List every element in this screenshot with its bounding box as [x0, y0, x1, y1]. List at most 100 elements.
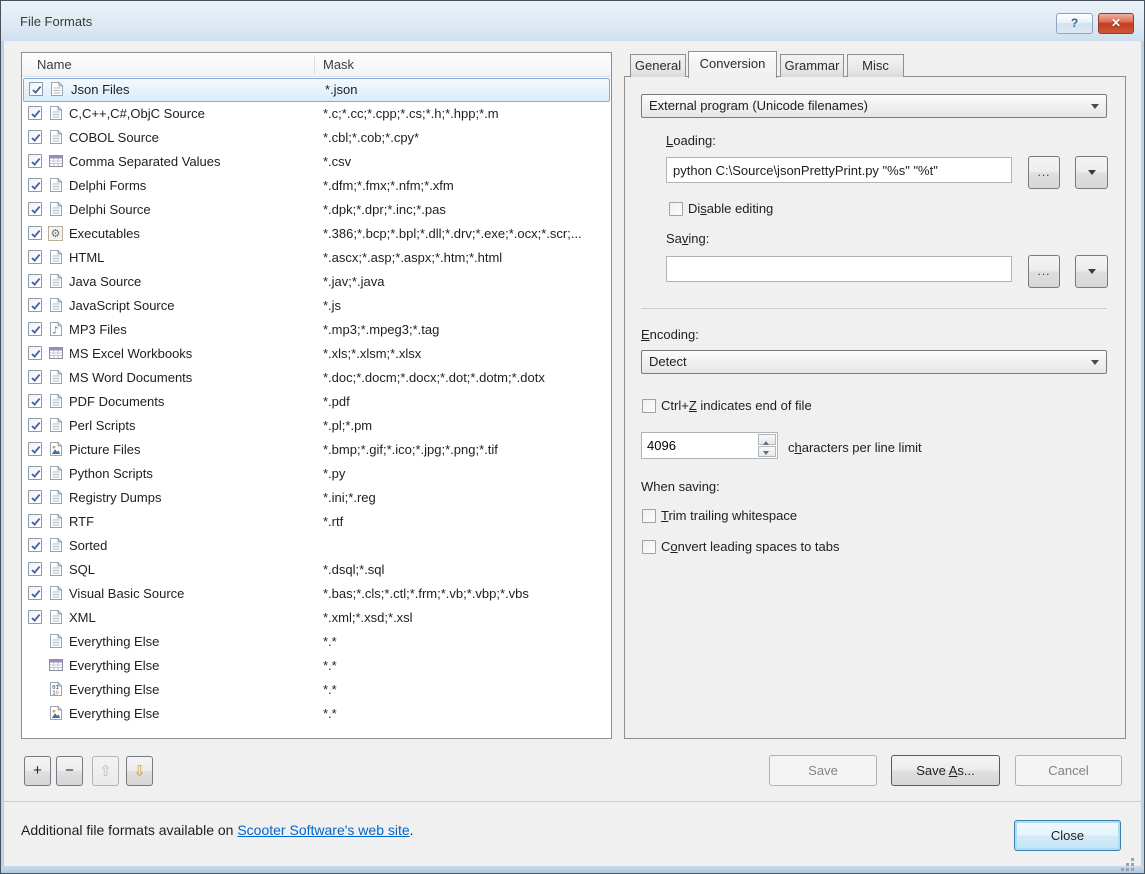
encoding-select[interactable]: Detect: [641, 350, 1107, 374]
remove-format-button[interactable]: −: [56, 756, 83, 786]
format-enabled-checkbox[interactable]: [28, 394, 42, 408]
checkbox-box[interactable]: [669, 202, 683, 216]
format-enabled-checkbox[interactable]: [28, 322, 42, 336]
format-name: RTF: [69, 514, 95, 529]
column-separator[interactable]: [314, 55, 315, 74]
format-row[interactable]: Perl Scripts *.pl;*.pm: [22, 414, 611, 438]
tab-conversion[interactable]: Conversion: [688, 51, 777, 78]
format-mask: *.*: [323, 634, 337, 649]
format-row[interactable]: Comma Separated Values *.csv: [22, 150, 611, 174]
format-row[interactable]: COBOL Source *.cbl;*.cob;*.cpy*: [22, 126, 611, 150]
close-button[interactable]: Close: [1014, 820, 1121, 851]
tab-misc[interactable]: Misc: [847, 54, 904, 77]
loading-browse-button[interactable]: ...: [1028, 156, 1060, 189]
checkbox-box[interactable]: [642, 509, 656, 523]
format-row[interactable]: Java Source *.jav;*.java: [22, 270, 611, 294]
format-row[interactable]: 01 10 Everything Else *.*: [22, 678, 611, 702]
cancel-button[interactable]: Cancel: [1015, 755, 1122, 786]
save-button[interactable]: Save: [769, 755, 877, 786]
window-frame-bottom: [1, 866, 1144, 873]
format-row[interactable]: ♪ MP3 Files *.mp3;*.mpeg3;*.tag: [22, 318, 611, 342]
doc-icon: [48, 201, 64, 217]
format-enabled-checkbox[interactable]: [28, 250, 42, 264]
format-enabled-checkbox[interactable]: [28, 226, 42, 240]
add-format-button[interactable]: +: [24, 756, 51, 786]
format-row[interactable]: Everything Else *.*: [22, 654, 611, 678]
format-row[interactable]: Everything Else *.*: [22, 630, 611, 654]
format-name: MS Word Documents: [69, 370, 193, 385]
format-enabled-checkbox[interactable]: [28, 586, 42, 600]
format-enabled-checkbox[interactable]: [28, 514, 42, 528]
format-enabled-checkbox[interactable]: [28, 538, 42, 552]
spinner-down-button[interactable]: [758, 446, 776, 457]
titlebar[interactable]: File Formats: [1, 1, 1144, 41]
resize-grip[interactable]: [1131, 858, 1134, 861]
tab-grammar[interactable]: Grammar: [780, 54, 844, 77]
format-enabled-checkbox[interactable]: [28, 610, 42, 624]
format-row[interactable]: Sorted: [22, 534, 611, 558]
format-enabled-checkbox[interactable]: [28, 178, 42, 192]
format-enabled-checkbox[interactable]: [28, 418, 42, 432]
column-header-name[interactable]: Name: [37, 57, 72, 72]
format-enabled-checkbox[interactable]: [28, 346, 42, 360]
tab-general[interactable]: General: [630, 54, 686, 77]
format-row[interactable]: Json Files *.json: [23, 78, 610, 102]
loading-macro-dropdown-button[interactable]: [1075, 156, 1108, 189]
format-name: MP3 Files: [69, 322, 127, 337]
saving-command-input[interactable]: [666, 256, 1012, 282]
format-row[interactable]: MS Excel Workbooks *.xls;*.xlsm;*.xlsx: [22, 342, 611, 366]
format-name: Picture Files: [69, 442, 141, 457]
format-row[interactable]: ⚙ Executables *.386;*.bcp;*.bpl;*.dll;*.…: [22, 222, 611, 246]
format-name: Everything Else: [69, 706, 160, 721]
format-enabled-checkbox[interactable]: [28, 370, 42, 384]
format-row[interactable]: Registry Dumps *.ini;*.reg: [22, 486, 611, 510]
scooter-website-link[interactable]: Scooter Software's web site: [237, 822, 409, 838]
spinner-up-button[interactable]: [758, 434, 776, 445]
table-icon: [48, 153, 64, 169]
format-row[interactable]: PDF Documents *.pdf: [22, 390, 611, 414]
format-name: Sorted: [69, 538, 108, 553]
format-row[interactable]: Picture Files *.bmp;*.gif;*.ico;*.jpg;*.…: [22, 438, 611, 462]
format-enabled-checkbox[interactable]: [28, 298, 42, 312]
format-enabled-checkbox[interactable]: [28, 490, 42, 504]
conversion-type-select[interactable]: External program (Unicode filenames): [641, 94, 1107, 118]
format-row[interactable]: Delphi Source *.dpk;*.dpr;*.inc;*.pas: [22, 198, 611, 222]
doc-icon: [48, 105, 64, 121]
music-icon: ♪: [48, 321, 64, 337]
format-name: COBOL Source: [69, 130, 159, 145]
format-enabled-checkbox[interactable]: [28, 154, 42, 168]
format-enabled-checkbox[interactable]: [28, 442, 42, 456]
format-row[interactable]: MS Word Documents *.doc;*.docm;*.docx;*.…: [22, 366, 611, 390]
char-limit-input[interactable]: [642, 433, 754, 458]
format-enabled-checkbox[interactable]: [28, 274, 42, 288]
format-row[interactable]: XML *.xml;*.xsd;*.xsl: [22, 606, 611, 630]
format-enabled-checkbox[interactable]: [28, 466, 42, 480]
format-enabled-checkbox[interactable]: [28, 130, 42, 144]
checkbox-box[interactable]: [642, 399, 656, 413]
move-down-button[interactable]: ⇩: [126, 756, 153, 786]
window-close-button[interactable]: ✕: [1098, 13, 1134, 34]
move-up-button[interactable]: ⇧: [92, 756, 119, 786]
help-button[interactable]: ?: [1056, 13, 1093, 34]
format-enabled-checkbox[interactable]: [28, 106, 42, 120]
saving-browse-button[interactable]: ...: [1028, 255, 1060, 288]
format-name: PDF Documents: [69, 394, 165, 409]
format-row[interactable]: Everything Else *.*: [22, 702, 611, 726]
format-row[interactable]: Visual Basic Source *.bas;*.cls;*.ctl;*.…: [22, 582, 611, 606]
column-header-mask[interactable]: Mask: [323, 57, 354, 72]
char-limit-label: characters per line limit: [788, 440, 922, 455]
format-enabled-checkbox[interactable]: [29, 82, 43, 96]
format-row[interactable]: RTF *.rtf: [22, 510, 611, 534]
loading-command-input[interactable]: [666, 157, 1012, 183]
save-as-button[interactable]: Save As...: [891, 755, 1000, 786]
format-row[interactable]: Delphi Forms *.dfm;*.fmx;*.nfm;*.xfm: [22, 174, 611, 198]
format-row[interactable]: SQL *.dsql;*.sql: [22, 558, 611, 582]
saving-macro-dropdown-button[interactable]: [1075, 255, 1108, 288]
format-row[interactable]: Python Scripts *.py: [22, 462, 611, 486]
format-row[interactable]: C,C++,C#,ObjC Source *.c;*.cc;*.cpp;*.cs…: [22, 102, 611, 126]
format-enabled-checkbox[interactable]: [28, 562, 42, 576]
checkbox-box[interactable]: [642, 540, 656, 554]
format-enabled-checkbox[interactable]: [28, 202, 42, 216]
format-row[interactable]: JavaScript Source *.js: [22, 294, 611, 318]
format-row[interactable]: HTML *.ascx;*.asp;*.aspx;*.htm;*.html: [22, 246, 611, 270]
